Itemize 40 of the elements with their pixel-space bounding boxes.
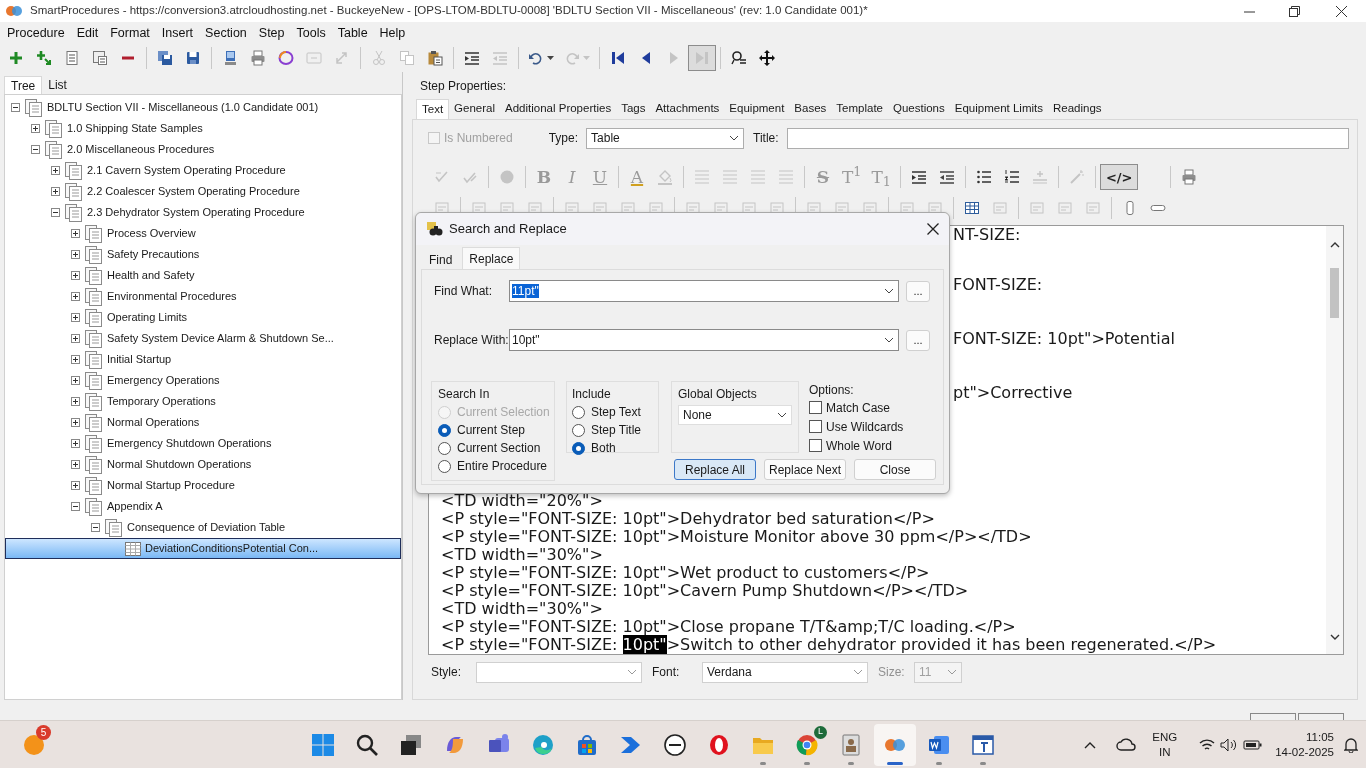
group-label: Global Objects [678,387,757,401]
radio-label: Both [591,440,616,457]
checkbox-label: Use Wildcards [826,418,904,436]
radio-label: Step Title [591,422,642,439]
code-line: <P style="FONT-SIZE: 10pt">Cavern Pump Shutdown</P></TD> [441,581,969,600]
group-label: Search In [438,387,490,401]
radio-label: Entire Procedure [457,458,548,475]
code-line: <TD width="30%"> [441,545,603,564]
code-line: <TD width="30%"> [441,599,603,618]
code-line: FONT-SIZE: 10pt">Potential [953,329,1175,348]
field-label: Type: [548,130,579,147]
window-title: SmartProcedures - https://conversion3.atrcloudhosting.net - BuckeyeNew - [OPS-LTOM-BDLTU-0008] 'BDLTU Section VII - Miscellaneous' (rev: 1.0 Candidate 001)* [30,3,868,19]
radio-label: Current Section [457,440,541,457]
field-label: Title: [753,130,779,147]
checkbox-label: Match Case [826,399,891,417]
code-line: NT-SIZE: [953,226,1021,244]
code-line: FONT-SIZE: [953,275,1043,294]
field-label: Replace With: [433,332,509,349]
radio-label: Current Selection [457,404,550,421]
code-line: <P style="FONT-SIZE: 10pt">Close propane T/T&amp;T/C loading.</P> [441,617,1016,636]
radio-label: Step Text [591,404,641,421]
group-label: Include [572,387,611,401]
dialog-title: Search and Replace [449,220,567,239]
field-label: Font: [652,664,681,681]
checkbox-label: Whole Word [826,437,892,455]
radio-label: Current Step [457,422,526,439]
code-line: <P style="FONT-SIZE: 10pt">Moisture Monitor above 30 ppm</P></TD> [441,527,1032,546]
code-line: pt">Corrective [953,383,1073,402]
code-line: <P style="FONT-SIZE: 10pt">Switch to other dehydrator provided it has been regenerated.</P> [441,636,1218,654]
panel-label: Step Properties: [420,78,507,95]
code-line: <P style="FONT-SIZE: 10pt">Dehydrator bed saturation</P> [441,509,935,528]
field-label: Style: [430,664,462,681]
checkbox-label: Is Numbered [444,130,513,147]
field-label: Size: [878,664,906,681]
field-label: Find What: [433,283,494,300]
group-label: Options: [809,383,854,397]
profile-badge: L [814,725,827,739]
code-line: <P style="FONT-SIZE: 10pt">Wet product to customers</P> [441,563,930,582]
notification-badge: 5 [36,724,51,740]
code-line: <TD width="20%"> [441,491,603,510]
